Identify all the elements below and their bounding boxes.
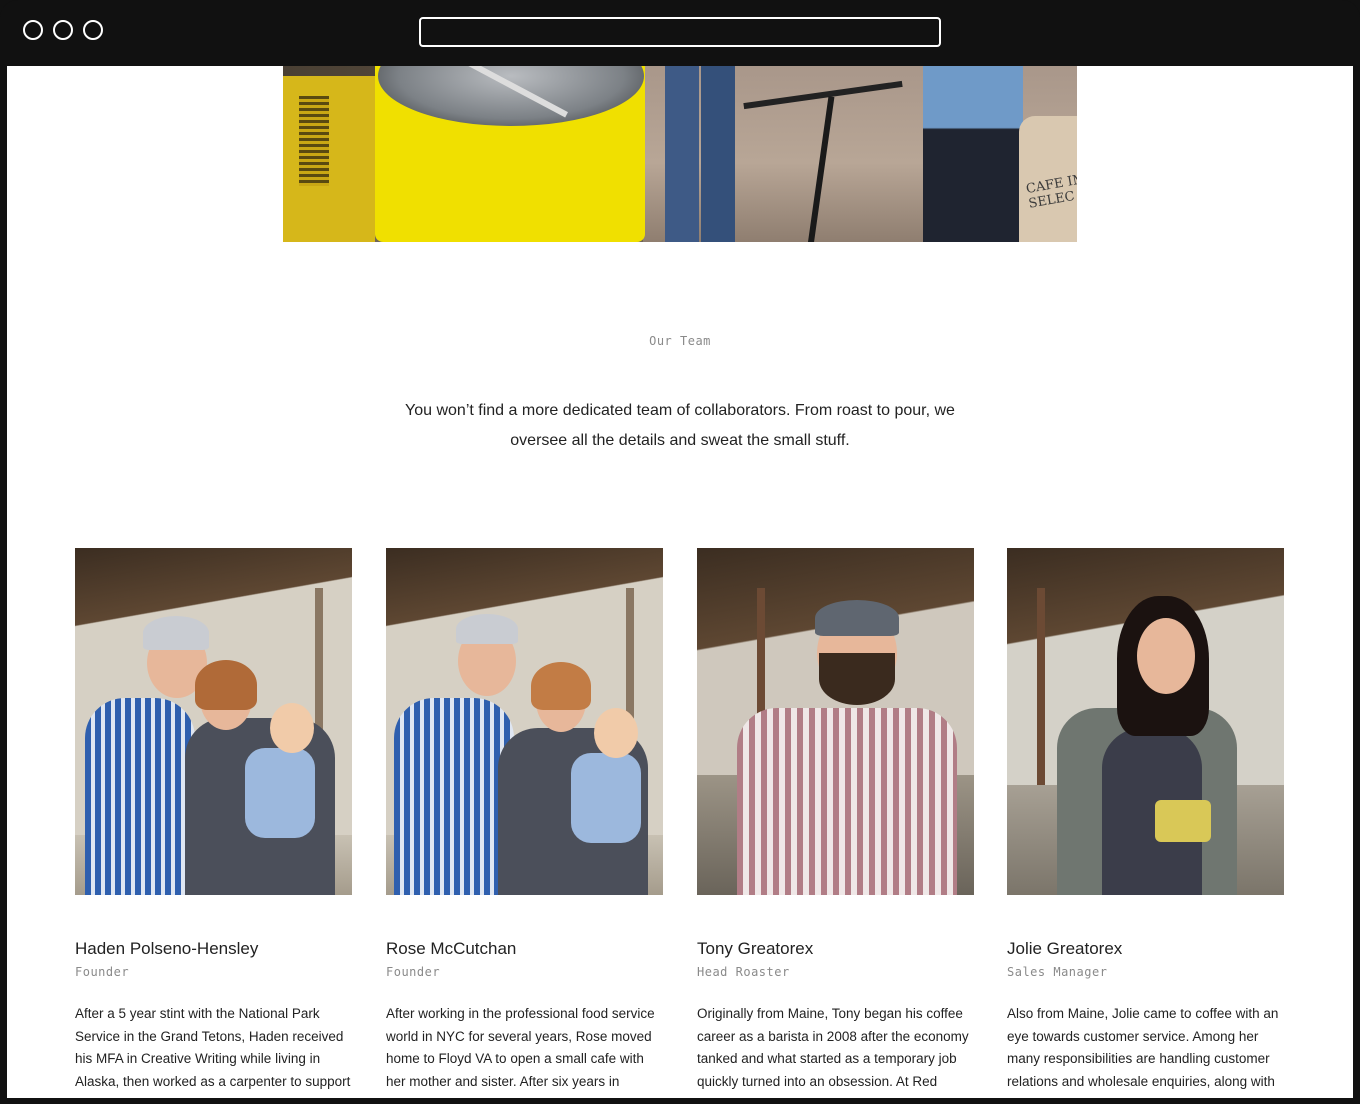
team-member-photo <box>1007 548 1284 895</box>
team-member-card: Jolie Greatorex Sales Manager Also from … <box>1007 548 1284 1093</box>
team-member-role: Sales Manager <box>1007 965 1108 979</box>
team-member-bio: After working in the professional food s… <box>386 1006 655 1098</box>
browser-window: CAFE IMP SELEC Our Team You won’t find a… <box>0 0 1360 1104</box>
browser-titlebar <box>0 0 1360 62</box>
section-eyebrow: Our Team <box>649 334 711 348</box>
team-member-role: Founder <box>386 965 441 979</box>
team-member-photo <box>75 548 352 895</box>
team-member-photo <box>697 548 974 895</box>
team-member-name: Rose McCutchan <box>386 939 517 958</box>
team-member-card: Tony Greatorex Head Roaster Originally f… <box>697 548 974 1093</box>
team-member-bio: After a 5 year stint with the National P… <box>75 1006 351 1089</box>
team-member-name: Tony Greatorex <box>697 939 814 958</box>
window-close-button[interactable] <box>23 20 43 40</box>
team-member-name: Jolie Greatorex <box>1007 939 1123 958</box>
team-member-photo <box>386 548 663 895</box>
hero-image-roaster: CAFE IMP SELEC <box>283 66 1077 242</box>
section-lead-text: You won’t find a more dedicated team of … <box>405 402 955 449</box>
team-member-name: Haden Polseno-Hensley <box>75 939 259 958</box>
team-member-card: Rose McCutchan Founder After working in … <box>386 548 663 1098</box>
team-member-card: Haden Polseno-Hensley Founder After a 5 … <box>75 548 352 1093</box>
team-member-bio: Also from Maine, Jolie came to coffee wi… <box>1007 1006 1279 1089</box>
team-member-bio: Originally from Maine, Tony began his co… <box>697 1006 969 1089</box>
window-maximize-button[interactable] <box>83 20 103 40</box>
page-viewport[interactable]: CAFE IMP SELEC Our Team You won’t find a… <box>7 66 1353 1098</box>
team-member-role: Head Roaster <box>697 965 790 979</box>
team-member-role: Founder <box>75 965 130 979</box>
address-bar[interactable] <box>419 17 941 47</box>
window-minimize-button[interactable] <box>53 20 73 40</box>
